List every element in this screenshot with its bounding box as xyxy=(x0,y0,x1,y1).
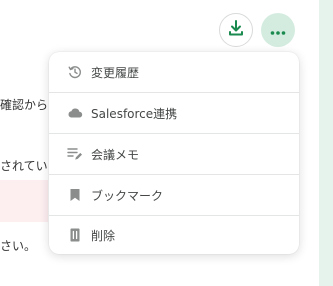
background-text-line: 確認から xyxy=(0,98,49,112)
menu-item-label: Salesforce連携 xyxy=(91,106,178,121)
menu-item-label: ブックマーク xyxy=(91,188,164,203)
highlight-band xyxy=(0,180,48,222)
right-side-panel xyxy=(319,0,333,286)
trash-icon xyxy=(67,227,83,243)
background-text-line: されてい xyxy=(0,159,48,173)
page: 確認から されてい さい。 変更履歴 Salesforce連携 会議メモ ブック… xyxy=(0,0,333,286)
edit-note-icon xyxy=(67,146,83,162)
bookmark-icon xyxy=(67,187,83,203)
menu-item-label: 会議メモ xyxy=(91,147,140,162)
menu-item-salesforce[interactable]: Salesforce連携 xyxy=(49,92,299,133)
download-icon xyxy=(227,19,245,41)
more-options-button[interactable] xyxy=(261,13,295,47)
download-button[interactable] xyxy=(219,13,253,47)
background-text-line: さい。 xyxy=(0,239,37,253)
cloud-icon xyxy=(67,105,83,121)
menu-item-bookmark[interactable]: ブックマーク xyxy=(49,174,299,215)
options-menu: 変更履歴 Salesforce連携 会議メモ ブックマーク 削除 xyxy=(49,52,299,254)
menu-item-delete[interactable]: 削除 xyxy=(49,215,299,254)
menu-item-label: 変更履歴 xyxy=(91,65,140,80)
menu-item-history[interactable]: 変更履歴 xyxy=(49,52,299,92)
menu-item-label: 削除 xyxy=(91,228,116,243)
history-icon xyxy=(67,64,83,80)
more-horizontal-icon xyxy=(270,21,286,40)
menu-item-meeting-notes[interactable]: 会議メモ xyxy=(49,133,299,174)
